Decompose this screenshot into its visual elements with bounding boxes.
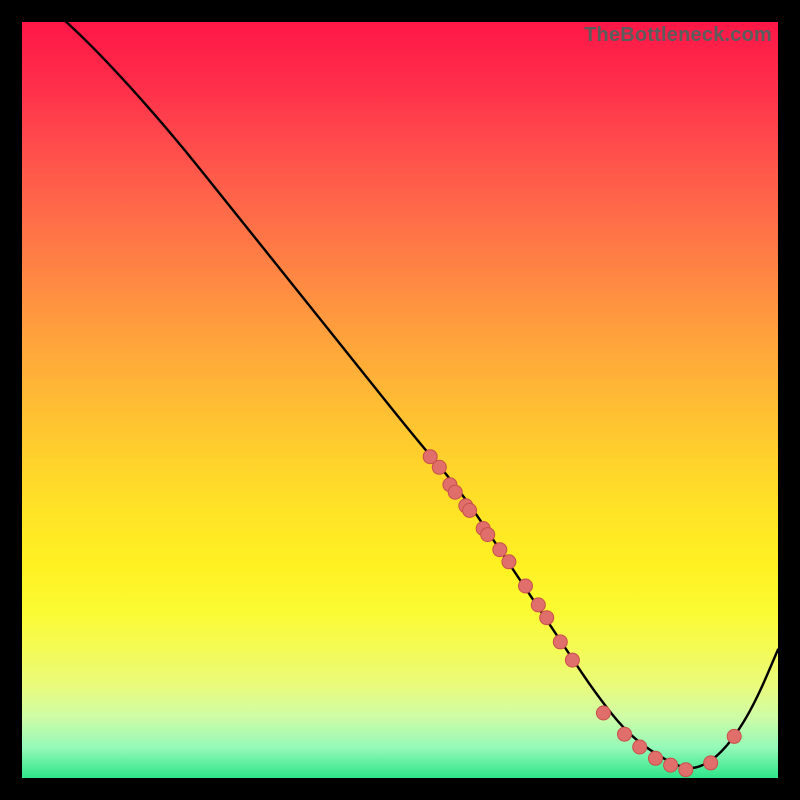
- marker-dot: [432, 460, 446, 474]
- marker-dot: [481, 528, 495, 542]
- curve-line: [22, 0, 778, 768]
- marker-dot: [448, 485, 462, 499]
- marker-dot: [679, 763, 693, 777]
- marker-dot: [649, 751, 663, 765]
- marker-dot: [463, 503, 477, 517]
- marker-dot: [618, 727, 632, 741]
- curve-markers: [423, 450, 741, 777]
- marker-dot: [519, 579, 533, 593]
- chart-stage: TheBottleneck.com: [0, 0, 800, 800]
- marker-dot: [531, 598, 545, 612]
- marker-dot: [664, 758, 678, 772]
- marker-dot: [633, 740, 647, 754]
- marker-dot: [502, 555, 516, 569]
- marker-dot: [565, 653, 579, 667]
- marker-dot: [553, 635, 567, 649]
- chart-svg: [22, 22, 778, 778]
- marker-dot: [540, 611, 554, 625]
- chart-plot-area: TheBottleneck.com: [22, 22, 778, 778]
- marker-dot: [704, 756, 718, 770]
- marker-dot: [727, 729, 741, 743]
- marker-dot: [493, 543, 507, 557]
- marker-dot: [596, 706, 610, 720]
